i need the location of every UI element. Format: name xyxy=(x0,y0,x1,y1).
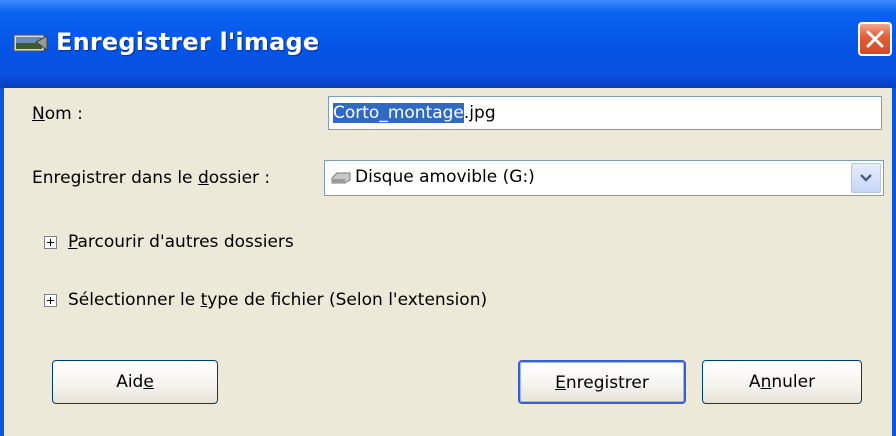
help-button[interactable]: Aide xyxy=(52,360,218,404)
folder-label: Enregistrer dans le dossier : xyxy=(32,168,271,188)
expand-filetype-icon[interactable] xyxy=(44,294,57,307)
save-image-dialog: Enregistrer l'image Nom : Corto_montage.… xyxy=(0,0,896,436)
title-bar[interactable]: Enregistrer l'image xyxy=(0,0,896,88)
close-button[interactable] xyxy=(858,22,892,56)
save-button[interactable]: Enregistrer xyxy=(518,360,686,404)
file-type-expander[interactable]: Sélectionner le type de fichier (Selon l… xyxy=(68,290,487,310)
name-label: Nom : xyxy=(32,104,83,124)
cancel-button[interactable]: Annuler xyxy=(702,360,862,404)
close-icon xyxy=(866,30,884,48)
folder-dropdown-button[interactable] xyxy=(851,163,881,193)
app-icon xyxy=(14,34,48,52)
filename-selected-text: Corto_montage xyxy=(333,103,464,123)
window-title: Enregistrer l'image xyxy=(56,28,320,56)
filename-extension: .jpg xyxy=(463,103,496,123)
removable-drive-icon xyxy=(331,172,351,184)
browse-folders-expander[interactable]: Parcourir d'autres dossiers xyxy=(68,232,294,252)
filename-input[interactable]: Corto_montage.jpg xyxy=(328,96,882,130)
chevron-down-icon xyxy=(860,174,872,182)
expand-browse-icon[interactable] xyxy=(44,236,57,249)
folder-select[interactable]: Disque amovible (G:) xyxy=(324,160,884,196)
folder-select-value: Disque amovible (G:) xyxy=(355,167,535,187)
